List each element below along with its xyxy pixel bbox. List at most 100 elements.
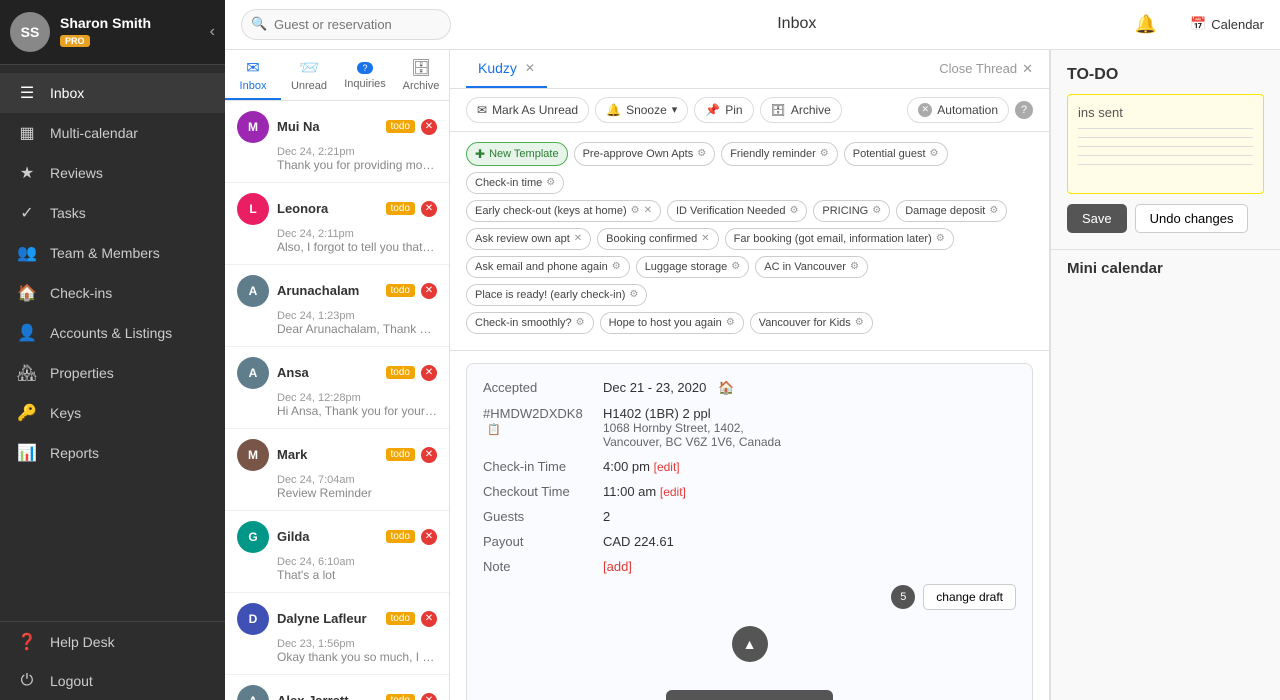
thread-tab-kudzy[interactable]: Kudzy ✕	[466, 50, 547, 88]
archive-label: Archive	[791, 103, 831, 117]
gear-icon[interactable]: ⚙	[629, 289, 638, 300]
calendar-button[interactable]: 📅 Calendar	[1185, 16, 1264, 32]
timestamp: Dec 24, 1:23pm	[237, 310, 437, 322]
note-add-button[interactable]: [add]	[603, 559, 632, 574]
copy-icon[interactable]: 📋	[487, 424, 501, 436]
sidebar-item-logout[interactable]: ⏻ Logout	[0, 662, 225, 700]
template-tag[interactable]: Pre-approve Own Apts ⚙	[574, 142, 716, 166]
tab-unread[interactable]: 📨 Unread	[281, 50, 337, 100]
pin-button[interactable]: 📌 Pin	[694, 97, 753, 123]
change-draft-button[interactable]: change draft	[923, 584, 1016, 610]
template-tag[interactable]: Vancouver for Kids ⚙	[750, 312, 873, 334]
list-item[interactable]: D Dalyne Lafleur todo ✕ Dec 23, 1:56pm O…	[225, 593, 449, 675]
gear-icon[interactable]: ⚙	[546, 177, 555, 188]
properties-icon: 🏘	[16, 363, 38, 383]
checkin-edit-button[interactable]: [edit]	[654, 460, 680, 474]
checkout-edit-button[interactable]: [edit]	[660, 485, 686, 499]
list-item[interactable]: A Alex Jarrett todo ✕ Dec 23, 9:13am Hi …	[225, 675, 449, 700]
list-item[interactable]: G Gilda todo ✕ Dec 24, 6:10am That's a l…	[225, 511, 449, 593]
template-label: ID Verification Needed	[676, 205, 785, 217]
sidebar-item-keys[interactable]: 🔑 Keys	[0, 393, 225, 433]
archive-button[interactable]: 🗄 Archive	[760, 97, 842, 123]
template-tag[interactable]: Ask review own apt ✕	[466, 228, 591, 250]
list-item[interactable]: L Leonora todo ✕ Dec 24, 2:11pm Also, I …	[225, 183, 449, 265]
sidebar-item-accounts-listings[interactable]: 👤 Accounts & Listings	[0, 313, 225, 353]
save-button[interactable]: Save	[1067, 204, 1127, 233]
gear-icon[interactable]: ⚙	[697, 148, 706, 159]
template-tag[interactable]: Luggage storage ⚙	[636, 256, 750, 278]
snooze-button[interactable]: 🔔 Snooze ▾	[595, 97, 688, 123]
booking-checkin-row: Check-in Time 4:00 pm [edit]	[483, 459, 1016, 474]
notification-icon[interactable]: 🔔	[1135, 14, 1157, 35]
sidebar-item-label: Logout	[50, 673, 93, 689]
remove-icon[interactable]: ✕	[574, 233, 582, 244]
remove-icon[interactable]: ✕	[701, 233, 709, 244]
sidebar-item-properties[interactable]: 🏘 Properties	[0, 353, 225, 393]
gear-icon[interactable]: ⚙	[930, 148, 939, 159]
message-list: M Mui Na todo ✕ Dec 24, 2:21pm Thank you…	[225, 101, 449, 700]
sidebar-item-inbox[interactable]: ☰ Inbox	[0, 73, 225, 113]
help-circle-icon[interactable]: ?	[1015, 101, 1033, 119]
scroll-up-button[interactable]: ▲	[732, 626, 768, 662]
list-item[interactable]: M Mark todo ✕ Dec 24, 7:04am Review Remi…	[225, 429, 449, 511]
gear-icon[interactable]: ⚙	[855, 317, 864, 328]
thread-tab-close-icon[interactable]: ✕	[525, 61, 535, 75]
alter-reservation-button[interactable]: Alter Reservation	[666, 690, 833, 700]
sidebar-item-team-members[interactable]: 👥 Team & Members	[0, 233, 225, 273]
template-tag[interactable]: Hope to host you again ⚙	[600, 312, 744, 334]
tab-inquiries[interactable]: ? Inquiries	[337, 50, 393, 100]
template-tag[interactable]: Check-in time ⚙	[466, 172, 564, 194]
sidebar-item-reviews[interactable]: ★ Reviews	[0, 153, 225, 193]
list-item[interactable]: A Ansa todo ✕ Dec 24, 12:28pm Hi Ansa, T…	[225, 347, 449, 429]
unread-tab-icon: 📨	[299, 58, 319, 78]
gear-icon[interactable]: ⚙	[872, 205, 881, 216]
message-preview: Also, I forgot to tell you that I g...	[237, 240, 437, 254]
template-tag[interactable]: Early check-out (keys at home) ⚙ ✕	[466, 200, 661, 222]
close-thread-button[interactable]: Close Thread ✕	[939, 61, 1033, 77]
remove-icon[interactable]: ✕	[644, 205, 652, 216]
tab-archive[interactable]: 🗄 Archive	[393, 50, 449, 100]
booking-status-row: Accepted Dec 21 - 23, 2020 🏠	[483, 380, 1016, 396]
undo-changes-button[interactable]: Undo changes	[1135, 204, 1249, 233]
gear-icon[interactable]: ⚙	[789, 205, 798, 216]
mark-unread-button[interactable]: ✉ Mark As Unread	[466, 97, 589, 123]
template-tag[interactable]: Ask email and phone again ⚙	[466, 256, 630, 278]
sidebar-item-multi-calendar[interactable]: ▦ Multi-calendar	[0, 113, 225, 153]
sidebar-item-reports[interactable]: 📊 Reports	[0, 433, 225, 473]
gear-icon[interactable]: ⚙	[731, 261, 740, 272]
status-badge: todo	[386, 284, 415, 297]
template-tag[interactable]: PRICING ⚙	[813, 200, 890, 222]
automation-button[interactable]: ✕ Automation	[907, 97, 1009, 123]
template-tag[interactable]: Friendly reminder ⚙	[721, 142, 838, 166]
gear-icon[interactable]: ⚙	[850, 261, 859, 272]
list-item[interactable]: A Arunachalam todo ✕ Dec 24, 1:23pm Dear…	[225, 265, 449, 347]
list-item[interactable]: M Mui Na todo ✕ Dec 24, 2:21pm Thank you…	[225, 101, 449, 183]
template-tag[interactable]: ID Verification Needed ⚙	[667, 200, 807, 222]
template-tag[interactable]: Place is ready! (early check-in) ⚙	[466, 284, 647, 306]
new-template-button[interactable]: ✚ New Template	[466, 142, 568, 166]
template-tag[interactable]: Booking confirmed ✕	[597, 228, 719, 250]
template-tag[interactable]: AC in Vancouver ⚙	[755, 256, 868, 278]
gear-icon[interactable]: ⚙	[631, 205, 640, 216]
search-input[interactable]	[241, 9, 451, 40]
gear-icon[interactable]: ⚙	[726, 317, 735, 328]
alert-badge: ✕	[421, 119, 437, 135]
timestamp: Dec 24, 2:11pm	[237, 228, 437, 240]
tab-bar: ✉ Inbox 📨 Unread ? Inquiries 🗄 Archive	[225, 50, 449, 101]
sidebar-item-help-desk[interactable]: ❓ Help Desk	[0, 622, 225, 662]
gear-icon[interactable]: ⚙	[936, 233, 945, 244]
sidebar-item-tasks[interactable]: ✓ Tasks	[0, 193, 225, 233]
tab-inbox[interactable]: ✉ Inbox	[225, 50, 281, 100]
template-label: Vancouver for Kids	[759, 317, 851, 329]
sender-name: Leonora	[277, 201, 386, 216]
sidebar-item-check-ins[interactable]: 🏠 Check-ins	[0, 273, 225, 313]
gear-icon[interactable]: ⚙	[989, 205, 998, 216]
template-tag[interactable]: Far booking (got email, information late…	[725, 228, 954, 250]
collapse-button[interactable]: ‹	[210, 23, 215, 41]
template-tag[interactable]: Damage deposit ⚙	[896, 200, 1007, 222]
template-tag[interactable]: Potential guest ⚙	[844, 142, 948, 166]
gear-icon[interactable]: ⚙	[820, 148, 829, 159]
template-tag[interactable]: Check-in smoothly? ⚙	[466, 312, 594, 334]
gear-icon[interactable]: ⚙	[612, 261, 621, 272]
gear-icon[interactable]: ⚙	[576, 317, 585, 328]
